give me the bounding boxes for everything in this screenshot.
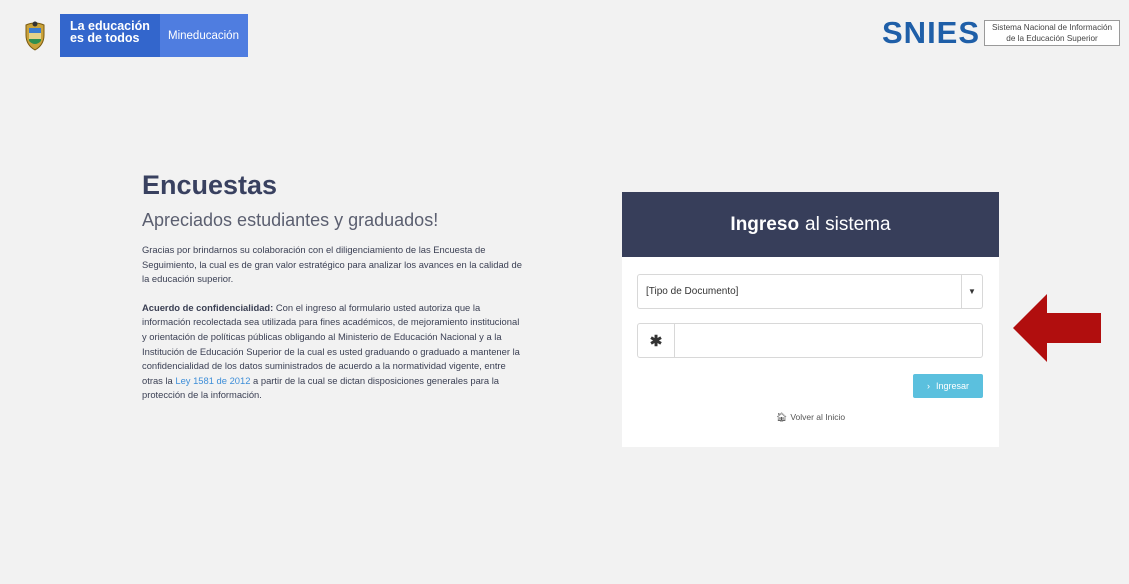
login-title-rest: al sistema — [805, 213, 891, 235]
brand-tagline: La educación es de todos — [60, 14, 160, 57]
page-title: Encuestas — [142, 170, 278, 200]
login-card: Ingreso al sistema [Tipo de Documento] ▼… — [622, 192, 999, 447]
login-title-strong: Ingreso — [730, 213, 800, 235]
snies-logo[interactable]: SNIES Sistema Nacional de Información de… — [882, 15, 1121, 50]
gov-brand-logo[interactable]: La educación es de todos Mineducación — [10, 14, 248, 57]
document-type-value: [Tipo de Documento] — [646, 286, 739, 297]
login-button-label: Ingresar — [935, 381, 970, 391]
ministry-label: Mineducación — [160, 14, 248, 57]
caret-down-icon[interactable]: ▼ — [961, 275, 982, 308]
page-subtitle: Apreciados estudiantes y graduados! — [142, 210, 439, 230]
chevron-right-icon: › — [926, 381, 930, 391]
confidentiality-paragraph: Acuerdo de confidencialidad: Con el ingr… — [142, 301, 522, 403]
snies-wordmark: SNIES — [882, 15, 981, 50]
login-card-header: Ingreso al sistema — [622, 192, 999, 257]
back-home-link[interactable]: 🏠︎ Volver al Inicio — [622, 412, 999, 423]
red-arrow-left-icon — [1013, 294, 1101, 362]
law-link[interactable]: Ley 1581 de 2012 — [175, 375, 250, 386]
confidentiality-text-1: Con el ingreso al formulario usted autor… — [142, 301, 520, 386]
brand-line-2: es de todos — [70, 31, 140, 45]
login-button[interactable]: › Ingresar — [913, 374, 983, 398]
coat-of-arms-icon — [10, 14, 60, 57]
asterisk-icon: ✱ — [638, 324, 675, 357]
back-home-label: Volver al Inicio — [790, 412, 846, 422]
document-number-group: ✱ — [637, 323, 983, 358]
confidentiality-label: Acuerdo de confidencialidad: — [142, 301, 274, 313]
document-type-select[interactable]: [Tipo de Documento] ▼ — [637, 274, 983, 309]
snies-subtitle-line-1: Sistema Nacional de Información — [991, 23, 1113, 32]
intro-paragraph: Gracias por brindarnos su colaboración c… — [142, 244, 522, 285]
intro-section: Encuestas Apreciados estudiantes y gradu… — [142, 170, 522, 417]
top-header: La educación es de todos Mineducación SN… — [0, 0, 1129, 68]
document-number-input[interactable] — [675, 324, 982, 357]
home-icon: 🏠︎ — [775, 412, 788, 422]
snies-subtitle-line-2: de la Educación Superior — [1006, 34, 1098, 43]
snies-subtitle-box: Sistema Nacional de Información de la Ed… — [984, 20, 1121, 46]
